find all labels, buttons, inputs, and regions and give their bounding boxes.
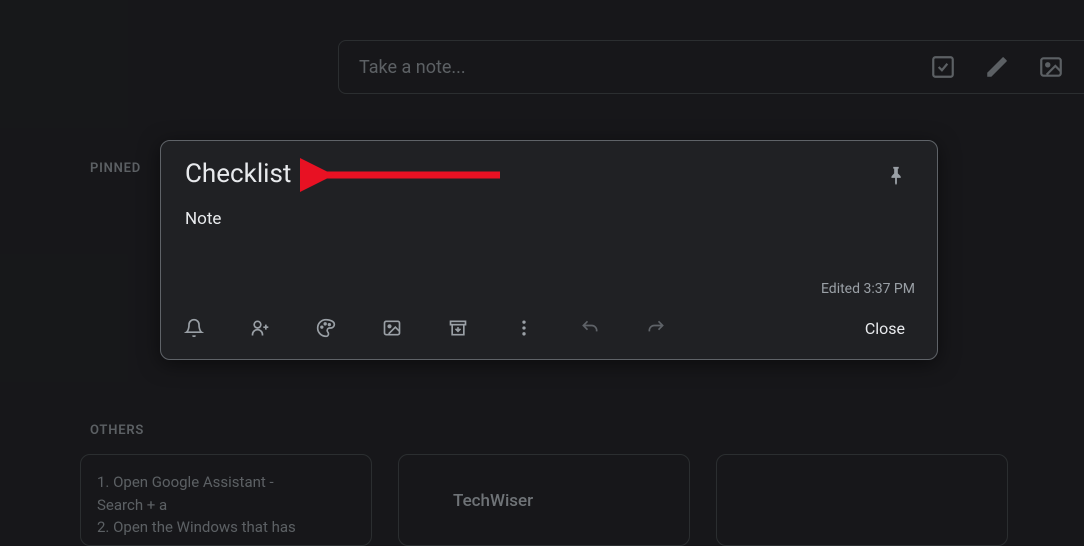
take-note-placeholder: Take a note... <box>359 57 911 78</box>
note-card[interactable]: TechWiser <box>398 454 690 546</box>
background-options-button[interactable] <box>303 307 349 349</box>
note-card-line: Search + a <box>97 494 355 517</box>
pin-button[interactable] <box>879 159 913 193</box>
person-add-icon <box>250 318 270 338</box>
undo-button <box>567 307 613 349</box>
add-image-button[interactable] <box>369 307 415 349</box>
redo-icon <box>646 318 666 338</box>
modal-body: Note <box>161 199 937 279</box>
more-button[interactable] <box>501 307 547 349</box>
note-title-input[interactable]: Checklist <box>185 159 291 189</box>
modal-toolbar: Close <box>161 301 937 359</box>
note-card-title: TechWiser <box>415 471 673 511</box>
note-editor-modal: Checklist Note Edited 3:37 PM <box>160 140 938 360</box>
note-card[interactable] <box>716 454 1008 546</box>
close-button[interactable]: Close <box>843 311 927 346</box>
new-image-icon[interactable] <box>1029 45 1073 89</box>
edited-timestamp: Edited 3:37 PM <box>161 279 937 301</box>
more-vert-icon <box>514 318 534 338</box>
image-icon <box>382 318 402 338</box>
redo-button <box>633 307 679 349</box>
palette-icon <box>316 318 336 338</box>
note-card-line: 1. Open Google Assistant - <box>97 471 355 494</box>
collaborator-button[interactable] <box>237 307 283 349</box>
pin-icon <box>885 165 907 187</box>
new-list-icon[interactable] <box>921 45 965 89</box>
archive-button[interactable] <box>435 307 481 349</box>
note-card[interactable]: 1. Open Google Assistant - Search + a 2.… <box>80 454 372 546</box>
note-card-line: 2. Open the Windows that has <box>97 516 355 539</box>
undo-icon <box>580 318 600 338</box>
note-body-input[interactable]: Note <box>185 209 913 229</box>
others-section-label: OTHERS <box>90 423 144 438</box>
take-note-bar[interactable]: Take a note... <box>338 40 1084 94</box>
modal-header: Checklist <box>161 141 937 199</box>
pinned-section-label: PINNED <box>90 161 141 176</box>
archive-icon <box>448 318 468 338</box>
remind-me-button[interactable] <box>171 307 217 349</box>
new-drawing-icon[interactable] <box>975 45 1019 89</box>
bell-icon <box>184 318 204 338</box>
